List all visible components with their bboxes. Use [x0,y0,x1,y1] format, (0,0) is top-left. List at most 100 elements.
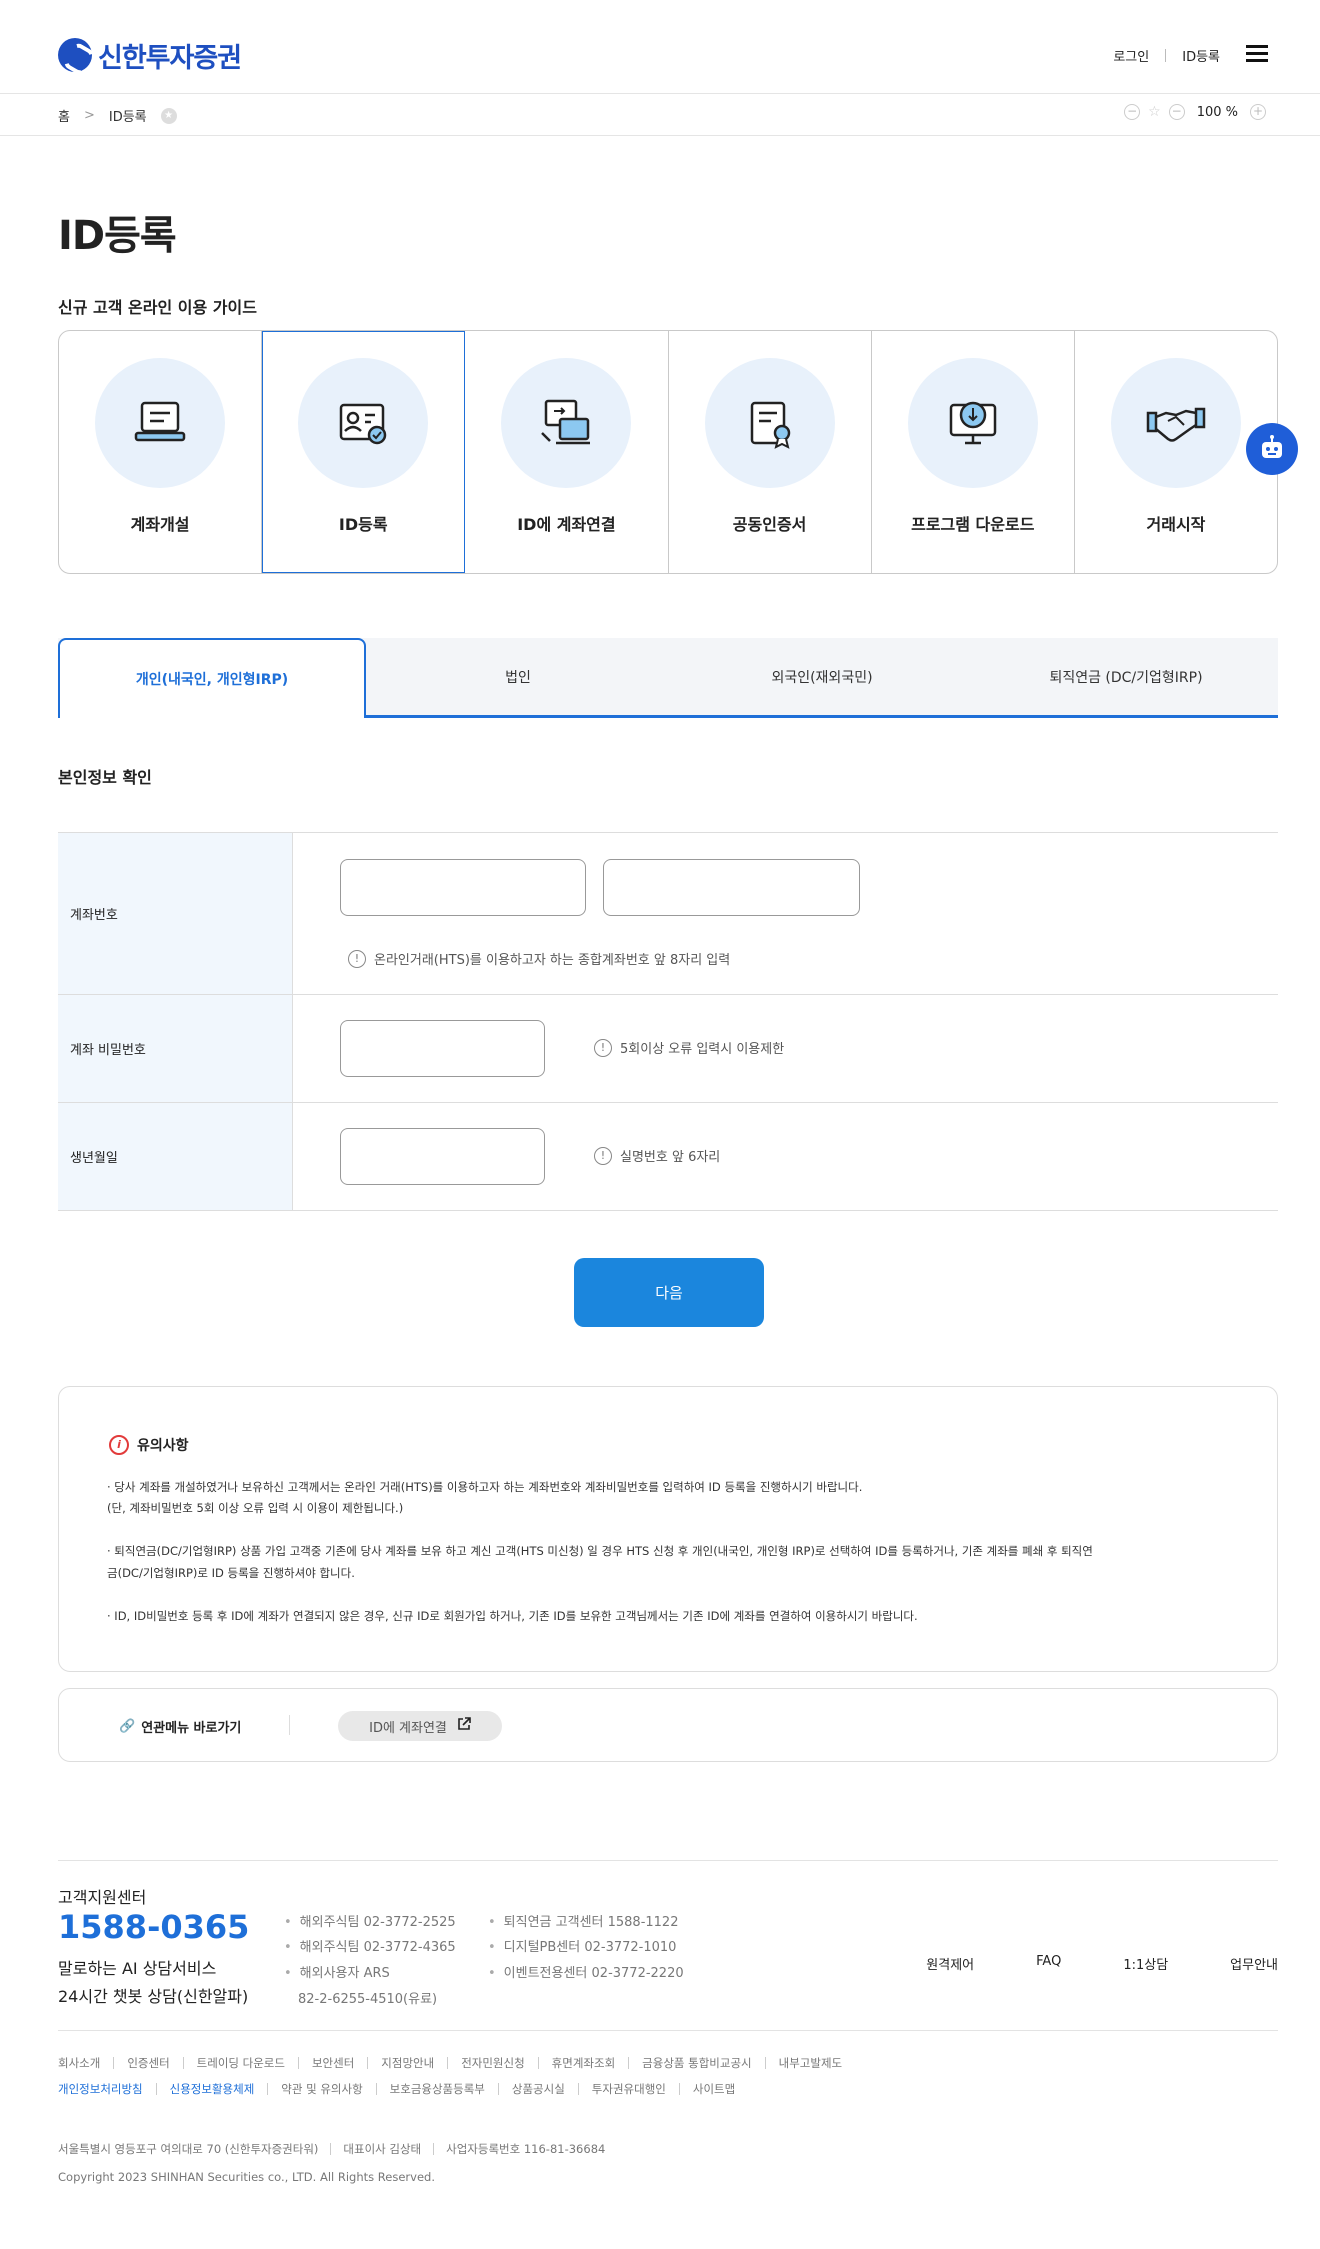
star-outline-icon[interactable]: ☆ [1148,104,1161,120]
account-number-row: 계좌번호 ! 온라인거래(HTS)를 이용하고자 하는 종합계좌번호 앞 8자리… [58,833,1278,995]
company-address: 서울특별시 영등포구 여의대로 70 (신한투자증권타워) 대표이사 김상태 사… [58,2143,617,2155]
related-menu-label: 🔗 연관메뉴 바로가기 [119,1717,241,1736]
guide-step-certificate[interactable]: 공동인증서 [669,331,872,573]
favorite-star-icon[interactable]: ★ [160,107,177,124]
footer-link[interactable]: 보호금융상품등록부 [375,2083,498,2095]
tab-corporate[interactable]: 법인 [366,638,670,715]
link-devices-icon [501,358,632,488]
account-number-input-2[interactable] [603,859,860,916]
notice-title: i 유의사항 [109,1435,189,1455]
login-link[interactable]: 로그인 [1113,46,1149,65]
birth-date-row: 생년월일 ! 실명번호 앞 6자리 [58,1103,1278,1211]
guide-step-account-open[interactable]: 계좌개설 [59,331,263,573]
footer-divider [58,2030,1278,2031]
tab-foreigner[interactable]: 외국인(재외국민) [670,638,974,715]
guide-step-label: ID등록 [338,515,388,534]
tab-pension[interactable]: 퇴직연금 (DC/기업형IRP) [974,638,1278,715]
footer-link[interactable]: 회사소개 [58,2057,113,2069]
footer-link[interactable]: 약관 및 유의사항 [267,2083,375,2095]
guide-step-label: 거래시작 [1146,515,1206,534]
footer-link[interactable]: 투자권유대행인 [577,2083,679,2095]
hint-text: 온라인거래(HTS)를 이용하고자 하는 종합계좌번호 앞 8자리 입력 [374,953,731,968]
footer-link[interactable]: 전자민원신청 [447,2057,537,2069]
footer-link[interactable]: 사이트맵 [678,2083,748,2095]
footer-link[interactable]: 트레이딩 다운로드 [182,2057,298,2069]
section-title: 본인정보 확인 [58,768,152,787]
site-header: 신한투자증권 로그인 ID등록 [0,0,1320,94]
link-account-shortcut-button[interactable]: ID에 계좌연결 [338,1711,502,1741]
footer-link[interactable]: 금융상품 통합비교공시 [628,2057,764,2069]
tab-individual[interactable]: 개인(내국인, 개인형IRP) [58,638,366,718]
shinhan-logo-icon [58,38,92,72]
phone-item: 해외사용자 ARS [284,1962,390,1981]
notice-line: · 당사 계좌를 개설하였거나 보유하신 고객께서는 온라인 거래(HTS)를 … [107,1480,863,1494]
breadcrumb-home[interactable]: 홈 [58,106,70,125]
customer-type-tabs: 개인(내국인, 개인형IRP) 법인 외국인(재외국민) 퇴직연금 (DC/기업… [58,638,1278,718]
brand-logo[interactable]: 신한투자증권 [58,38,242,74]
notice-title-text: 유의사항 [137,1438,189,1454]
footer-link[interactable]: 신용정보활용체제 [155,2083,268,2095]
breadcrumb-current: ID등록 [108,110,147,125]
footer-link[interactable]: 내부고발제도 [764,2057,855,2069]
guide-step-label: 계좌개설 [130,515,190,534]
link-icon: 🔗 [119,1719,136,1734]
download-monitor-icon [907,358,1038,488]
birth-date-input[interactable] [340,1128,545,1185]
footer-link[interactable]: 인증센터 [113,2057,182,2069]
certificate-icon [704,358,835,488]
external-link-icon [457,1717,471,1735]
cs-center-title: 고객지원센터 [58,1888,147,1907]
hamburger-icon[interactable] [1246,45,1268,63]
faq-link[interactable]: FAQ [1036,1954,1061,1973]
remote-control-link[interactable]: 원격제어 [926,1954,974,1973]
breadcrumb: 홈 > ID등록 ★ [58,106,177,125]
account-password-label: 계좌 비밀번호 [58,995,293,1102]
chatbot-robot-icon[interactable] [1246,423,1298,475]
birth-date-hint: ! 실명번호 앞 6자리 [594,1146,720,1165]
account-password-hint: ! 5회이상 오류 입력시 이용제한 [594,1038,784,1057]
guide-step-id-register[interactable]: ID등록 [262,331,466,573]
shortcut-label: ID에 계좌연결 [369,1720,447,1736]
phone-item: 해외주식팀 02-3772-4365 [284,1936,456,1955]
business-guide-link[interactable]: 업무안내 [1230,1954,1278,1973]
account-number-hint: ! 온라인거래(HTS)를 이용하고자 하는 종합계좌번호 앞 8자리 입력 [348,949,730,968]
related-label-text: 연관메뉴 바로가기 [141,1721,242,1736]
id-card-icon [298,358,429,488]
footer-link[interactable]: 상품공시실 [497,2083,578,2095]
hint-text: 실명번호 앞 6자리 [620,1150,721,1165]
guide-title: 신규 고객 온라인 이용 가이드 [58,298,257,317]
notice-line: · ID, ID비밀번호 등록 후 ID에 계좌가 연결되지 않은 경우, 신규… [107,1609,918,1623]
account-password-input[interactable] [340,1020,545,1077]
chevron-right-icon: > [83,108,95,123]
one-on-one-link[interactable]: 1:1상담 [1123,1954,1168,1973]
info-icon: i [109,1435,129,1455]
guide-steps: 계좌개설 ID등록 ID에 계좌연결 공동인증서 프로그램 다운로드 거래시작 [58,330,1278,574]
footer-link[interactable]: 보안센터 [297,2057,367,2069]
ceo-text: 대표이사 김상태 [330,2143,433,2155]
divider [1165,49,1167,62]
footer-link[interactable]: 지점망안내 [367,2057,447,2069]
zoom-level: 100 % [1196,104,1238,120]
chatbot-link[interactable]: 24시간 챗봇 상담(신한알파) [58,1983,248,2007]
account-number-input-1[interactable] [340,859,586,916]
related-menu: 🔗 연관메뉴 바로가기 ID에 계좌연결 [58,1688,1278,1762]
next-button[interactable]: 다음 [574,1258,764,1327]
zoom-control: − ☆ − 100 % + [1124,104,1266,120]
zoom-minus-icon[interactable]: − [1168,104,1185,120]
phone-item: 디지털PB센터 02-3772-1010 [488,1936,677,1955]
id-register-link[interactable]: ID등록 [1182,46,1220,65]
ai-service-link[interactable]: 말로하는 AI 상담서비스 [58,1955,216,1979]
breadcrumb-bar: 홈 > ID등록 ★ − ☆ − 100 % + [0,94,1320,136]
hint-text: 5회이상 오류 입력시 이용제한 [620,1042,785,1057]
zoom-out-icon[interactable]: − [1124,104,1141,120]
footer-link[interactable]: 휴면계좌조회 [537,2057,628,2069]
footer-nav-row-1: 회사소개 인증센터 트레이딩 다운로드 보안센터 지점망안내 전자민원신청 휴면… [58,2057,855,2069]
zoom-in-icon[interactable]: + [1250,104,1266,120]
footer-link[interactable]: 개인정보처리방침 [58,2083,156,2095]
phone-item: 퇴직연금 고객센터 1588-1122 [488,1911,679,1930]
phone-item: 이벤트전용센터 02-3772-2220 [488,1962,684,1981]
guide-step-program-download[interactable]: 프로그램 다운로드 [872,331,1075,573]
birth-date-label: 생년월일 [58,1103,293,1210]
guide-step-link-account[interactable]: ID에 계좌연결 [465,331,669,573]
handshake-icon [1110,358,1241,488]
